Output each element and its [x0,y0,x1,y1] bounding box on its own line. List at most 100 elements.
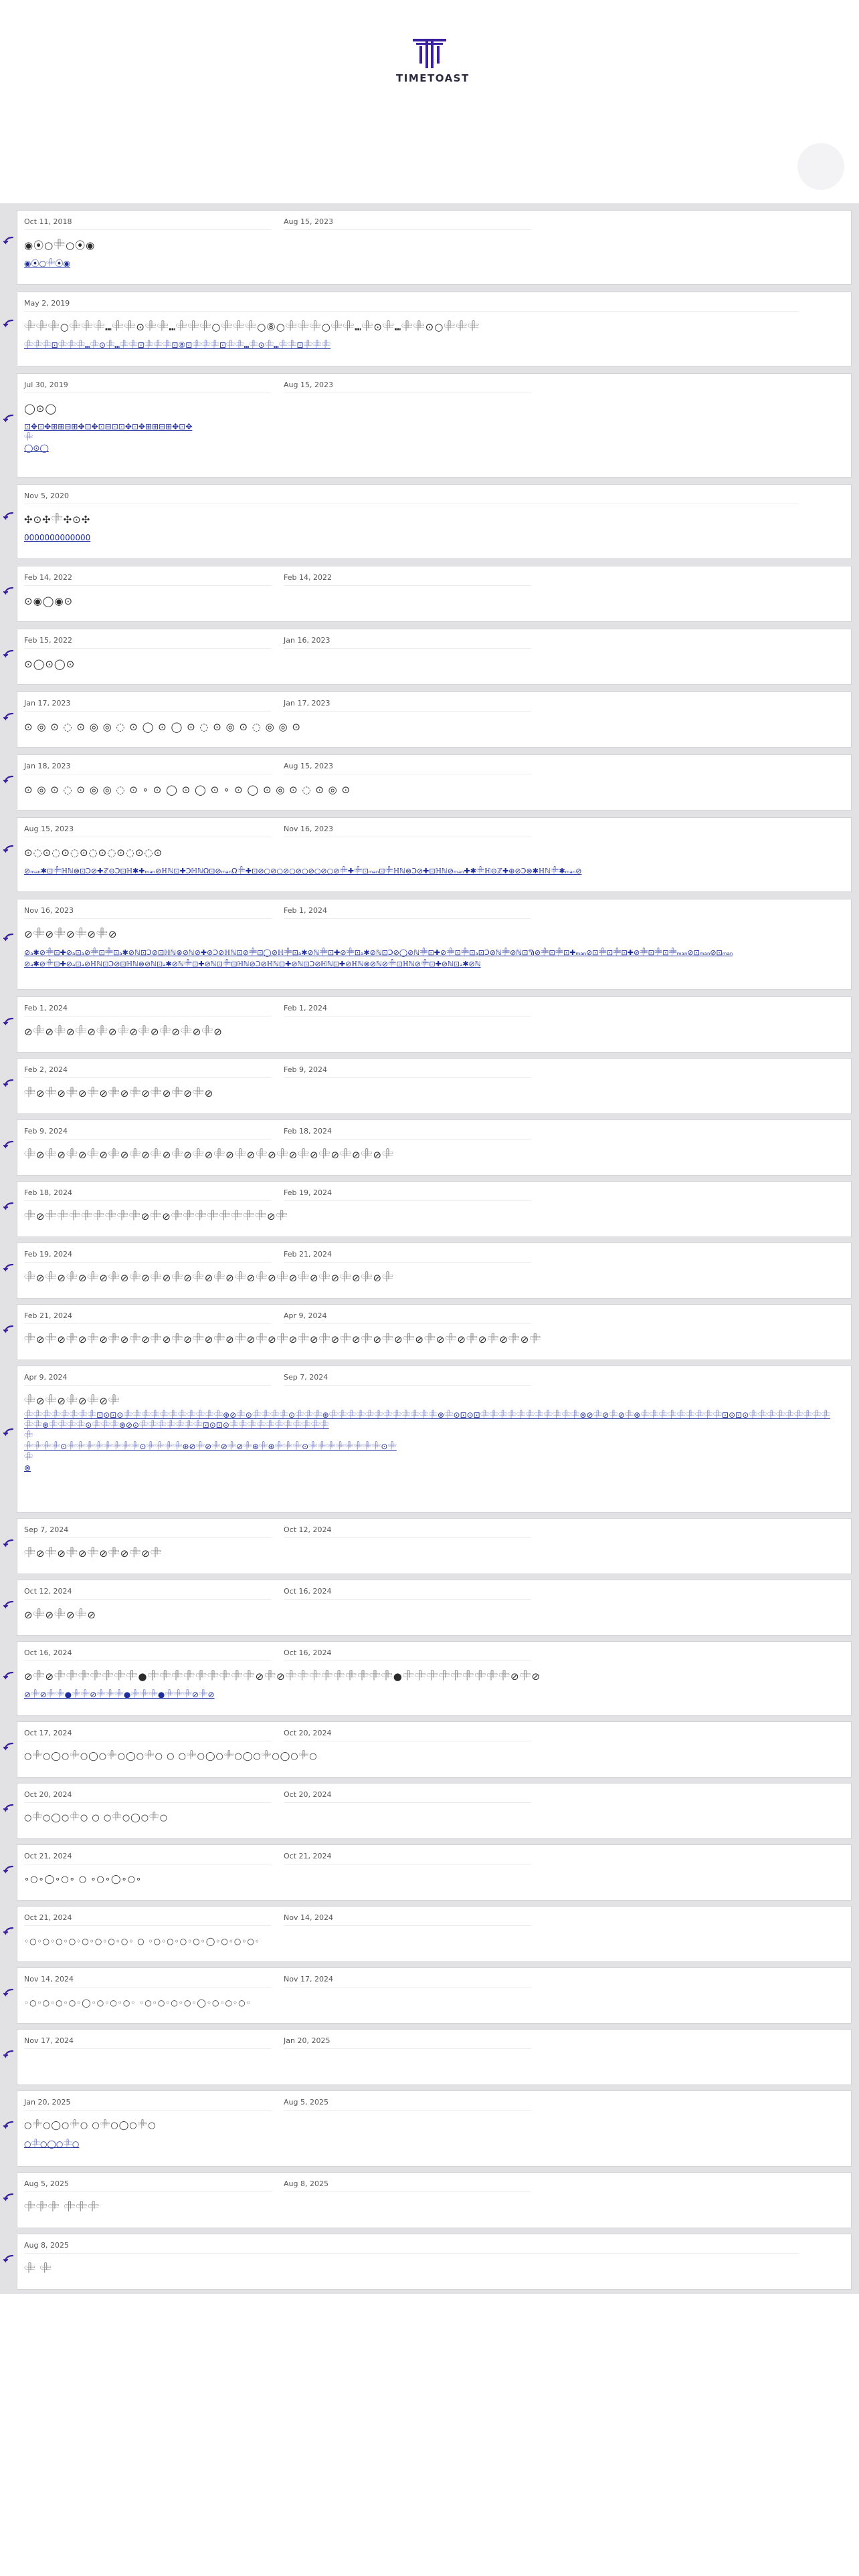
timeline-entry[interactable]: Feb 21, 2024 Apr 9, 2024 𓄸⊘𓄸⊘𓄸⊘𓄸⊘𓄸⊘𓄸⊘𓄸⊘𓄸… [17,1304,852,1360]
reply-arrow-icon[interactable] [3,1201,14,1212]
entry-link[interactable]: 𓄸𓄸𓄸⊡𓄸𓄸𓄸⑉𓄸⊙𓄸⑉𓄸𓄸⊡𓄸𓄸𓄸⊡⑧⊡𓄸𓄸𓄸⊡𓄸𓄸⑉𓄸⊙𓄸⑉𓄸𓄸⊡𓄸𓄸𓄸 [24,340,844,350]
reply-arrow-icon[interactable] [3,774,14,785]
timeline-entry[interactable]: Nov 5, 2020 ✣⊙✣𓄸✣⊙✣ 0000000000000 [17,484,852,559]
reply-arrow-icon[interactable] [3,1741,14,1752]
timeline-entry[interactable]: Jan 20, 2025 Aug 5, 2025 ○𓄸○◯○𓄸○ ○𓄸○◯○𓄸○… [17,2090,852,2167]
reply-arrow-icon[interactable] [3,2254,14,2264]
timeline-entry[interactable]: Jul 30, 2019 Aug 15, 2023 ◯⊙◯ ⊡✥⊡✥⊞⊞⊟⊞✥⊡… [17,373,852,477]
reply-arrow-icon[interactable] [3,1864,14,1875]
entry-title: ⊘𓄸⊘𓄸⊘𓄸⊘ [24,1609,96,1621]
timeline-entry[interactable]: May 2, 2019 𓄸𓄸𓄸○𓄸𓄸𓄸⑉𓄸𓄸⊙𓄸𓄸⑉𓄸𓄸𓄸○𓄸𓄸𓄸○⑧○𓄸𓄸𓄸○… [17,292,852,366]
reply-arrow-icon[interactable] [3,235,14,246]
reply-arrow-icon[interactable] [3,1988,14,1998]
start-date: Feb 19, 2024 [24,1250,272,1263]
entry-link[interactable]: ○𓄸○◯○𓄸○ [24,2139,844,2149]
entry-link[interactable]: ⊘𓄸⊘𓄸𓄸●𓄸𓄸⊘𓄸𓄸𓄸●𓄸𓄸𓄸●𓄸𓄸𓄸⊘𓄸⊘ [24,1690,844,1700]
timeline-entry[interactable]: Feb 2, 2024 Feb 9, 2024 𓄸⊘𓄸⊘𓄸⊘𓄸⊘𓄸⊘𓄸⊘𓄸⊘𓄸⊘… [17,1058,852,1114]
entry-title: ∘○∘◯∘○∘ ○ ∘○∘◯∘○∘ [24,1874,142,1885]
timeline-entry[interactable]: Apr 9, 2024 Sep 7, 2024 𓄸⊘𓄸⊘𓄸⊘𓄸⊘𓄸 𓄸𓄸𓄸𓄸𓄸𓄸… [17,1366,852,1513]
entry-note: 𓄸 [24,433,33,442]
entry-title [24,2058,844,2071]
timeline-entry[interactable]: Oct 11, 2018 Aug 15, 2023 ◉⦿○𓄸○⦿◉ ◉⦿○𓄸⦿◉ [17,210,852,285]
site-logo[interactable]: TIMETOAST [396,37,470,84]
reply-arrow-icon[interactable] [3,511,14,522]
reply-arrow-icon[interactable] [3,712,14,722]
entry-link[interactable]: ⊘ₐ✱⊘𓄸⊡✚⊘ₐ⊡ₐ⊘𓄸⊡𓄸⊡ₐ✱⊘ℕ⊡Ͻ⊘⊡ℍℕ⊗⊘ℕ⊘✚⊘Ͻ⊘ℍℕ⊡⊘𓄸⊡… [24,948,844,958]
timeline-entry[interactable]: Aug 15, 2023 Nov 16, 2023 ⊙◌⊙◌⊙◌⊙◌⊙◌⊙◌⊙◌… [17,817,852,892]
entry-link[interactable]: ⊘ₘₐₙ✱⊡𓄸ℍℕ⊗⊡Ͻ⊘✚ℤ⊖Ͻ⊡ℍ✱✚ₘₐₙ⊘ℍℕ⊡✚ϽℍℕΩ⊡⊘ₘₐₙΩ𓄸… [24,866,844,876]
reply-arrow-icon[interactable] [3,1803,14,1814]
entry-link[interactable]: 𓄸𓄸𓄸𓄸𓄸𓄸𓄸𓄸⊡⊙⊡⊙𓄸𓄸𓄸𓄸𓄸𓄸𓄸𓄸𓄸𓄸𓄸⊛⊘𓄸⊙𓄸𓄸𓄸𓄸⊙𓄸𓄸𓄸⊛𓄸𓄸𓄸𓄸… [24,1410,844,1430]
entry-title: 𓄸⊘𓄸⊘𓄸⊘𓄸⊘𓄸⊘𓄸⊘𓄸⊘𓄸⊘𓄸⊘𓄸⊘𓄸⊘𓄸⊘𓄸⊘𓄸⊘𓄸⊘𓄸⊘𓄸⊘𓄸 [24,1149,394,1161]
timeline-entry[interactable]: Jan 17, 2023 Jan 17, 2023 ⊙ ◎ ⊙ ◌ ⊙ ◎ ◎ … [17,691,852,748]
end-date: Feb 18, 2024 [284,1127,531,1140]
end-date: Oct 12, 2024 [284,1525,531,1538]
end-date: Jan 17, 2023 [284,699,531,712]
timeline-entry[interactable]: Jan 18, 2023 Aug 15, 2023 ⊙ ◎ ⊙ ◌ ⊙ ◎ ◎ … [17,754,852,811]
reply-arrow-icon[interactable] [3,413,14,424]
reply-arrow-icon[interactable] [3,1324,14,1335]
timeline-entry[interactable]: Feb 9, 2024 Feb 18, 2024 𓄸⊘𓄸⊘𓄸⊘𓄸⊘𓄸⊘𓄸⊘𓄸⊘𓄸… [17,1119,852,1176]
end-date: Nov 14, 2024 [284,1913,531,1926]
start-date: Oct 17, 2024 [24,1729,272,1741]
reply-arrow-icon[interactable] [3,2120,14,2131]
end-date: Feb 9, 2024 [284,1065,531,1078]
timeline-entry[interactable]: Feb 15, 2022 Jan 16, 2023 ⊙◯⊙◯⊙ [17,629,852,685]
entry-note: 𓄸 [24,1453,33,1462]
timeline-entry[interactable]: Sep 7, 2024 Oct 12, 2024 𓄸⊘𓄸⊘𓄸⊘𓄸⊘𓄸⊘𓄸⊘𓄸 [17,1518,852,1574]
reply-arrow-icon[interactable] [3,1671,14,1681]
start-date: Feb 1, 2024 [24,1004,272,1016]
timeline-entry[interactable]: Aug 5, 2025 Aug 8, 2025 𓄸𓄸𓄸 𓄸𓄸𓄸 [17,2172,852,2228]
entry-link-tertiary[interactable]: ⊗ [24,1463,844,1473]
start-date: Jan 18, 2023 [24,762,272,774]
timeline-entry[interactable]: Oct 17, 2024 Oct 20, 2024 ○𓄸○◯○𓄸○◯○𓄸○◯○𓄸… [17,1721,852,1778]
reply-arrow-icon[interactable] [3,2192,14,2203]
entry-title: ○𓄸○◯○𓄸○◯○𓄸○◯○𓄸○ ○ ○𓄸○◯○𓄸○◯○𓄸○◯○𓄸○ [24,1751,318,1761]
start-date: Oct 12, 2024 [24,1587,272,1600]
timeline-entry[interactable]: Oct 21, 2024 Oct 21, 2024 ∘○∘◯∘○∘ ○ ∘○∘◯… [17,1844,852,1901]
timeline-entry[interactable]: Aug 8, 2025 𓄸 𓄸 [17,2234,852,2290]
entry-title: ⊘𓄸⊘𓄸𓄸𓄸𓄸𓄸𓄸𓄸●𓄸𓄸𓄸𓄸𓄸𓄸𓄸𓄸𓄸⊘𓄸⊘𓄸𓄸𓄸𓄸𓄸𓄸𓄸𓄸𓄸●𓄸𓄸𓄸𓄸𓄸𓄸𓄸… [24,1671,541,1683]
entry-link[interactable]: ◉⦿○𓄸⦿◉ [24,259,844,269]
reply-arrow-icon[interactable] [3,586,14,597]
start-date: Jan 17, 2023 [24,699,272,712]
reply-arrow-icon[interactable] [3,1078,14,1089]
entry-link-secondary[interactable]: ⊘ₐ✱⊘𓄸⊡✚⊘ₐ⊡ₐ⊘ℍℕ⊡Ͻ⊘⊡ℍℕ⊗⊘ℕ⊡ₐ✱⊘ℕ𓄸⊡✚⊘ℕ⊡𓄸⊡ℍℕ⊘Ͻ… [24,959,844,969]
reply-arrow-icon[interactable] [3,318,14,329]
brand-name: TIMETOAST [396,72,470,84]
start-date: Nov 5, 2020 [24,492,799,504]
timeline-entry[interactable]: Feb 19, 2024 Feb 21, 2024 𓄸⊘𓄸⊘𓄸⊘𓄸⊘𓄸⊘𓄸⊘𓄸⊘… [17,1243,852,1299]
reply-arrow-icon[interactable] [3,1263,14,1273]
avatar[interactable] [797,143,844,190]
entry-link-secondary[interactable]: ◯⊙◯ [24,443,844,453]
reply-arrow-icon[interactable] [3,649,14,659]
reply-arrow-icon[interactable] [3,932,14,943]
reply-arrow-icon[interactable] [3,1016,14,1027]
timeline-entry[interactable]: Oct 20, 2024 Oct 20, 2024 ○𓄸○◯○𓄸○ ○ ○𓄸○◯… [17,1783,852,1839]
reply-arrow-icon[interactable] [3,2049,14,2060]
reply-arrow-icon[interactable] [3,1600,14,1610]
end-date: Oct 16, 2024 [284,1648,531,1661]
entry-title: ⊙ ◎ ⊙ ◌ ⊙ ◎ ◎ ◌ ⊙ ∘ ⊙ ◯ ⊙ ◯ ⊙ ∘ ⊙ ◯ ⊙ ◎ … [24,784,351,796]
reply-arrow-icon[interactable] [3,844,14,855]
timeline-entry[interactable]: Oct 12, 2024 Oct 16, 2024 ⊘𓄸⊘𓄸⊘𓄸⊘ [17,1580,852,1636]
entry-link[interactable]: ⊡✥⊡✥⊞⊞⊟⊞✥⊡✥⊡⊟⊡⊡✥⊡✥⊞⊞⊟⊞✥⊡✥ [24,422,844,432]
entry-title: ⊘𓄸⊘𓄸⊘𓄸⊘𓄸⊘ [24,928,118,940]
end-date: Jan 20, 2025 [284,2036,531,2049]
start-date: Nov 16, 2023 [24,906,272,919]
entry-link[interactable]: 0000000000000 [24,533,844,543]
timeline-entry[interactable]: Feb 14, 2022 Feb 14, 2022 ⊙◉◯◉⊙ [17,566,852,622]
reply-arrow-icon[interactable] [3,1538,14,1549]
timeline-entry[interactable]: Feb 18, 2024 Feb 19, 2024 𓄸⊘𓄸𓄸𓄸𓄸𓄸𓄸𓄸𓄸⊘𓄸⊘𓄸… [17,1181,852,1237]
reply-arrow-icon[interactable] [3,1427,14,1438]
entry-link-secondary[interactable]: 𓄸𓄸𓄸𓄸⊙𓄸𓄸𓄸𓄸𓄸𓄸𓄸𓄸⊙𓄸𓄸𓄸𓄸⊛⊘𓄸⊘𓄸⊘𓄸⊘𓄸⊛𓄸⊛𓄸𓄸𓄸⊙𓄸𓄸𓄸𓄸𓄸𓄸… [24,1441,844,1452]
reply-arrow-icon[interactable] [3,1926,14,1937]
timeline-entry[interactable]: Nov 17, 2024 Jan 20, 2025 [17,2029,852,2085]
timeline-entry[interactable]: Nov 14, 2024 Nov 17, 2024 ◦○◦○◦○◦○◦◯◦○◦○… [17,1967,852,2024]
timeline-entry[interactable]: Feb 1, 2024 Feb 1, 2024 ⊘𓄸⊘𓄸⊘𓄸⊘𓄸⊘𓄸⊘𓄸⊘𓄸⊘𓄸… [17,996,852,1053]
reply-arrow-icon[interactable] [3,1140,14,1150]
timeline-entry[interactable]: Oct 16, 2024 Oct 16, 2024 ⊘𓄸⊘𓄸𓄸𓄸𓄸𓄸𓄸𓄸●𓄸𓄸𓄸… [17,1641,852,1716]
timeline-entry[interactable]: Oct 21, 2024 Nov 14, 2024 ◦○◦○◦○◦○◦○◦○◦○… [17,1906,852,1962]
start-date: Aug 8, 2025 [24,2241,799,2254]
timeline-entry[interactable]: Nov 16, 2023 Feb 1, 2024 ⊘𓄸⊘𓄸⊘𓄸⊘𓄸⊘ ⊘ₐ✱⊘𓄸… [17,899,852,990]
